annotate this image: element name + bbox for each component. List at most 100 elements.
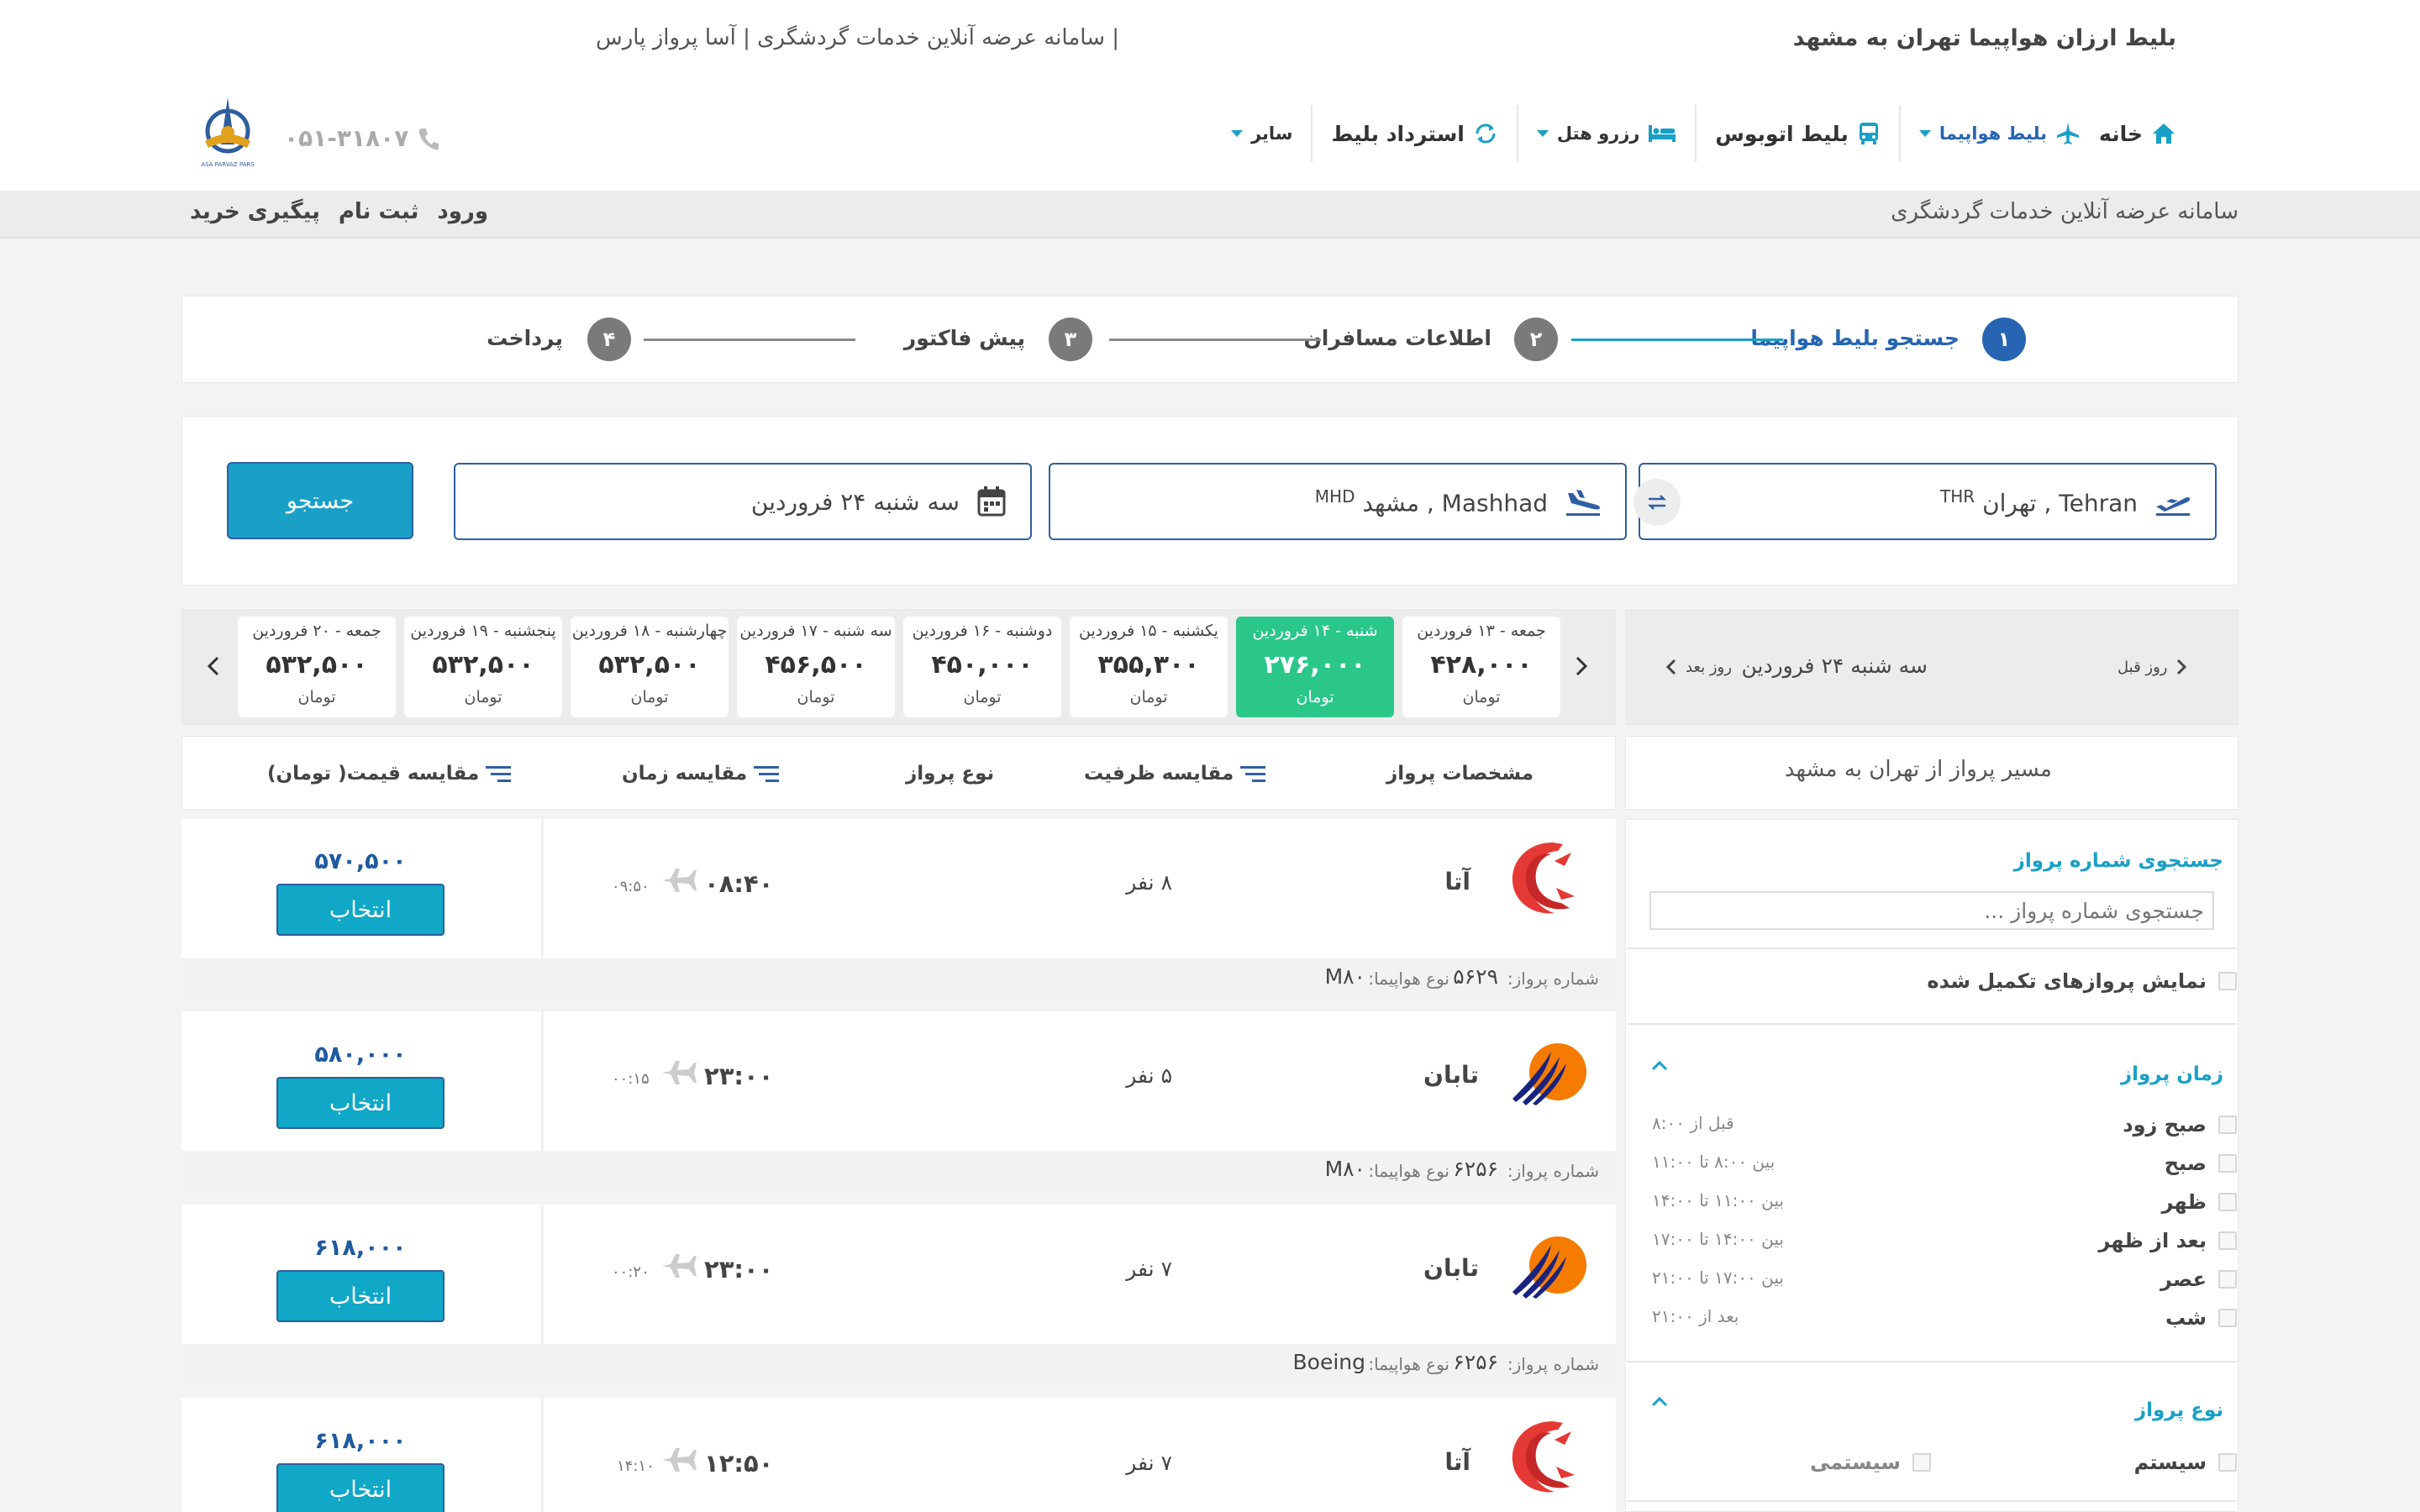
day-card[interactable]: دوشنبه - ۱۶ فروردین ۴۵۰,۰۰۰ تومان [903, 617, 1061, 717]
destination-code: MHD [1314, 486, 1355, 507]
nav-divider [1695, 105, 1697, 162]
airplane-icon [660, 1058, 697, 1088]
flight-type-filter-title: نوع پرواز [2134, 1399, 2223, 1421]
collapse-time-filter[interactable] [1650, 1060, 1669, 1072]
nav-bus[interactable]: بلیط اتوبوس [1715, 121, 1880, 146]
ata-logo-icon [1502, 1415, 1582, 1499]
prev-day-button[interactable]: روز قبل [2118, 658, 2187, 676]
date-field[interactable]: سه شنبه ۲۴ فروردین [454, 463, 1032, 540]
strip-left-arrow[interactable] [207, 655, 220, 677]
strip-right-arrow[interactable] [1575, 655, 1588, 677]
col-capacity-sort[interactable]: مقایسه ظرفیت [1084, 763, 1266, 785]
airplane-icon [660, 865, 697, 895]
arrival-time: ۰۰:۱۵ [612, 1070, 650, 1088]
next-day-button[interactable]: روز بعد [1665, 658, 1732, 676]
aircraft-type: M۸۰ [1324, 964, 1365, 989]
col-price-label: مقایسه قیمت( تومان) [267, 763, 480, 785]
flight-number-search-input[interactable] [1649, 891, 2214, 930]
nav-divider [1311, 105, 1313, 162]
checkbox[interactable] [2218, 1453, 2237, 1472]
capacity: ۸ نفر [1126, 870, 1172, 895]
nav-flight[interactable]: بلیط هواپیما [1918, 121, 2081, 146]
time-range: قبل از ۸:۰۰ [1652, 1113, 1734, 1133]
col-time-sort[interactable]: مقایسه زمان [622, 763, 780, 785]
price: ۵۷۰,۵۰۰ [314, 848, 407, 874]
checkbox[interactable] [2218, 1116, 2237, 1134]
checkbox[interactable] [2218, 1270, 2237, 1289]
date-value: سه شنبه ۲۴ فروردین [750, 487, 960, 516]
time-option[interactable]: شب [2165, 1306, 2237, 1330]
time-option[interactable]: صبح [2165, 1152, 2237, 1175]
nav-home[interactable]: خانه [2099, 122, 2176, 146]
day-card[interactable]: جمعه - ۱۳ فروردین ۴۲۸,۰۰۰ تومان [1402, 617, 1560, 717]
price: ۶۱۸,۰۰۰ [314, 1235, 407, 1261]
refresh-icon [1473, 122, 1498, 145]
checkbox[interactable] [2218, 1231, 2237, 1250]
current-day: سه شنبه ۲۴ فروردین [1741, 654, 1928, 678]
flight-number: ۶۲۵۶ [1453, 1157, 1498, 1181]
chevron-left-icon [207, 655, 220, 677]
track-order-link[interactable]: پیگیری خرید [190, 199, 320, 224]
nav-other-label: سایر [1250, 123, 1293, 144]
select-flight-button[interactable]: انتخاب [276, 1463, 445, 1512]
time-option[interactable]: ظهر [2162, 1190, 2237, 1214]
home-icon [2151, 122, 2176, 145]
day-card[interactable]: جمعه - ۲۰ فروردین ۵۳۲,۵۰۰ تومان [238, 617, 396, 717]
checkbox[interactable] [2218, 1154, 2237, 1173]
checkbox[interactable] [2218, 972, 2237, 990]
flight-number: ۵۶۲۹ [1453, 964, 1498, 989]
nav-flight-label: بلیط هواپیما [1939, 123, 2048, 144]
time-option[interactable]: عصر [2160, 1268, 2237, 1291]
nav-hotel[interactable]: رزرو هتل [1536, 123, 1677, 144]
nav-other[interactable]: سایر [1230, 123, 1293, 144]
nav-refund[interactable]: استرداد بلیط [1331, 122, 1497, 146]
search-button[interactable]: جستجو [227, 462, 413, 539]
destination-field[interactable]: Mashhad , مشهد MHD [1049, 463, 1627, 540]
select-flight-button[interactable]: انتخاب [276, 1270, 445, 1322]
checkbox[interactable] [2218, 1309, 2237, 1327]
step-label-3: پیش فاکتور [903, 326, 1025, 350]
site-logo[interactable]: ASA PARVAZ PARS [198, 94, 257, 171]
chevron-right-icon [1575, 655, 1588, 677]
flight-type-option[interactable]: سیستم [2134, 1451, 2237, 1474]
filter-divider [1627, 1361, 2237, 1362]
time-range: بین ۱۱:۰۰ تا ۱۴:۰۰ [1652, 1190, 1784, 1210]
time-option[interactable]: بعد از ظهر [2098, 1229, 2237, 1252]
day-card[interactable]: چهارشنبه - ۱۸ فروردین ۵۳۲,۵۰۰ تومان [571, 617, 729, 717]
time-filter-title: زمان پرواز [2120, 1063, 2223, 1085]
landing-icon [1565, 486, 1602, 517]
calendar-icon [976, 486, 1007, 517]
day-card[interactable]: سه شنبه - ۱۷ فروردین ۴۵۶,۵۰۰ تومان [737, 617, 895, 717]
login-link[interactable]: ورود [437, 199, 488, 224]
time-option[interactable]: صبح زود [2123, 1113, 2237, 1137]
col-price-sort[interactable]: مقایسه قیمت( تومان) [267, 763, 512, 785]
collapse-type-filter[interactable] [1650, 1396, 1669, 1408]
bed-icon [1648, 123, 1676, 144]
checkbox[interactable] [2218, 1193, 2237, 1211]
step-circle-3: ۳ [1049, 318, 1092, 361]
register-link[interactable]: ثبت نام [339, 199, 419, 224]
col-capacity-label: مقایسه ظرفیت [1084, 763, 1234, 785]
day-card-active[interactable]: شنبه - ۱۴ فروردین ۲۷۶,۰۰۰ تومان [1236, 617, 1394, 717]
col-time-label: مقایسه زمان [622, 763, 748, 785]
step-label-4: پرداخت [487, 326, 563, 350]
checkbox[interactable] [1912, 1453, 1931, 1472]
select-flight-button[interactable]: انتخاب [276, 884, 445, 936]
step-label-2: اطلاعات مسافران [1303, 326, 1491, 350]
origin-field[interactable]: Tehran , تهران THR [1639, 463, 2217, 540]
flight-type-option[interactable]: سیستمی [1810, 1451, 1931, 1474]
bus-icon [1857, 121, 1881, 146]
day-card[interactable]: پنجشنبه - ۱۹ فروردین ۵۳۲,۵۰۰ تومان [404, 617, 562, 717]
nav-divider [1516, 105, 1518, 162]
show-full-flights-option[interactable]: نمایش پروازهای تکمیل شده [1927, 969, 2237, 993]
day-card[interactable]: یکشنبه - ۱۵ فروردین ۳۵۵,۳۰۰ تومان [1070, 617, 1228, 717]
main-nav: خانه بلیط هواپیما بلیط اتوبوس رزرو هتل ا… [1230, 105, 2176, 162]
aircraft-label: نوع هواپیما: [1368, 969, 1449, 989]
chevron-down-icon [1230, 130, 1243, 137]
departure-time: ۰۸:۴۰ [704, 869, 774, 898]
select-flight-button[interactable]: انتخاب [276, 1077, 445, 1129]
airplane-icon [2055, 121, 2081, 146]
swap-button[interactable] [1634, 479, 1681, 526]
flight-number-label: شماره پرواز: [1507, 1354, 1599, 1374]
phone-block[interactable]: ۰۵۱-۳۱۸۰۷ [284, 124, 440, 152]
